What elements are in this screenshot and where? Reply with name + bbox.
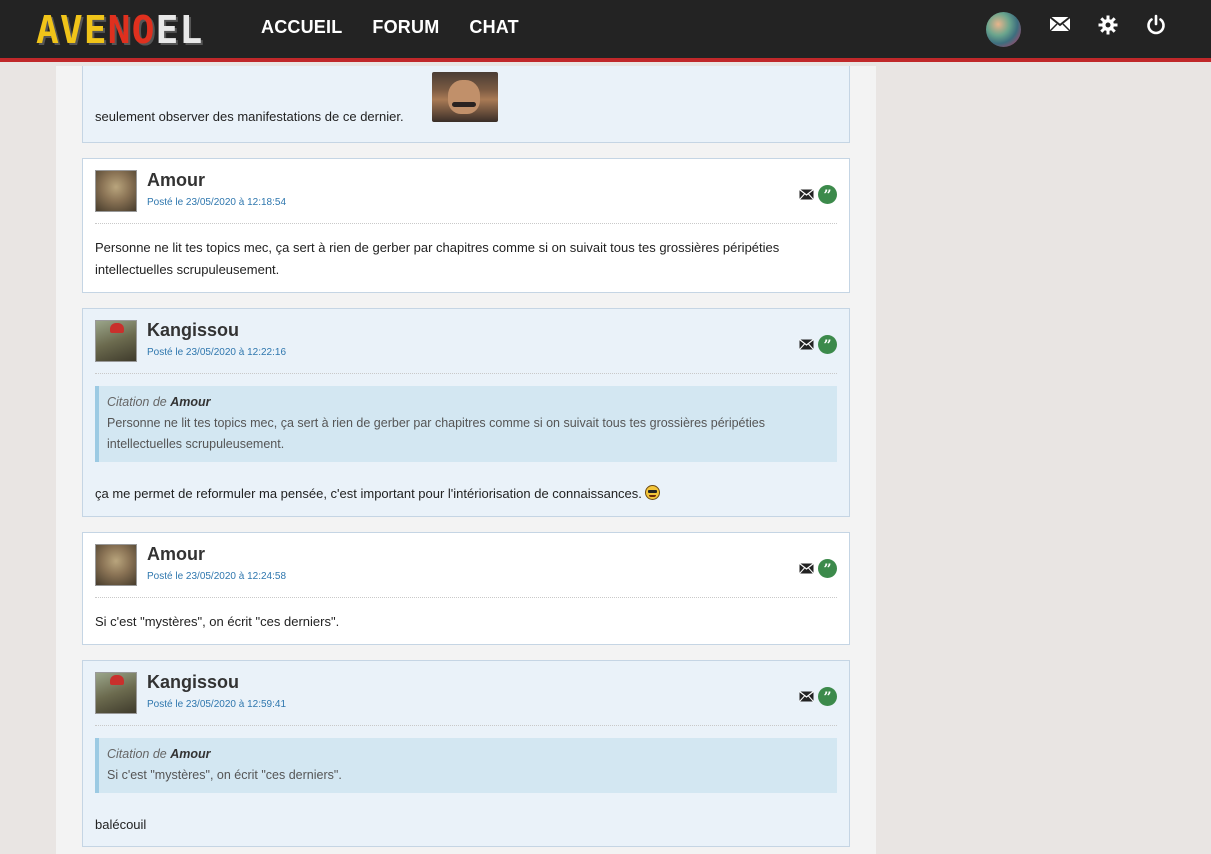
quote-block: Citation de Amour Si c'est "mystères", o… — [95, 738, 837, 793]
post-author[interactable]: Kangissou — [147, 672, 239, 693]
post-body: Si c'est "mystères", on écrit "ces derni… — [95, 614, 340, 629]
post-date[interactable]: Posté le 23/05/2020 à 12:59:41 — [147, 699, 286, 710]
post: Kangissou Posté le 23/05/2020 à 12:22:16… — [82, 308, 850, 517]
mail-icon[interactable] — [1048, 14, 1072, 38]
post-author[interactable]: Amour — [147, 544, 205, 565]
main-column: seulement observer des manifestations de… — [56, 66, 876, 854]
mail-icon[interactable] — [799, 339, 814, 350]
post-author[interactable]: Kangissou — [147, 320, 239, 341]
post-date[interactable]: Posté le 23/05/2020 à 12:24:58 — [147, 571, 286, 582]
quote-block: Citation de Amour Personne ne lit tes to… — [95, 386, 837, 462]
post-body: ça me permet de reformuler ma pensée, c'… — [95, 486, 642, 501]
post-author[interactable]: Amour — [147, 170, 205, 191]
user-avatar[interactable] — [986, 12, 1021, 47]
mail-icon[interactable] — [799, 189, 814, 200]
quote-button[interactable]: ” — [818, 335, 837, 354]
quote-text: Personne ne lit tes topics mec, ça sert … — [107, 416, 765, 451]
post-date[interactable]: Posté le 23/05/2020 à 12:18:54 — [147, 197, 286, 208]
post: Kangissou Posté le 23/05/2020 à 12:59:41… — [82, 660, 850, 847]
site-logo[interactable]: AVENOEL — [36, 8, 203, 50]
sunglasses-smiley-icon — [644, 485, 660, 500]
quote-label: Citation de Amour — [107, 747, 211, 761]
meme-image — [432, 72, 498, 122]
main-nav: ACCUEIL FORUM CHAT — [261, 17, 519, 38]
post-body: Personne ne lit tes topics mec, ça sert … — [95, 240, 780, 277]
mail-icon[interactable] — [799, 691, 814, 702]
mail-icon[interactable] — [799, 563, 814, 574]
top-navbar: AVENOEL ACCUEIL FORUM CHAT — [0, 0, 1211, 62]
post-date[interactable]: Posté le 23/05/2020 à 12:22:16 — [147, 347, 286, 358]
avatar[interactable] — [95, 672, 137, 714]
avatar[interactable] — [95, 170, 137, 212]
nav-forum[interactable]: FORUM — [372, 17, 439, 38]
gear-icon[interactable] — [1096, 14, 1120, 38]
quote-button[interactable]: ” — [818, 185, 837, 204]
post: Amour Posté le 23/05/2020 à 12:24:58 ” S… — [82, 532, 850, 645]
post-body: seulement observer des manifestations de… — [95, 109, 404, 124]
post: Amour Posté le 23/05/2020 à 12:18:54 ” P… — [82, 158, 850, 293]
quote-button[interactable]: ” — [818, 559, 837, 578]
quote-label: Citation de Amour — [107, 395, 211, 409]
power-icon[interactable] — [1144, 14, 1168, 38]
quote-button[interactable]: ” — [818, 687, 837, 706]
avatar[interactable] — [95, 544, 137, 586]
nav-accueil[interactable]: ACCUEIL — [261, 17, 342, 38]
post-body: balécouil — [95, 817, 147, 832]
quote-text: Si c'est "mystères", on écrit "ces derni… — [107, 768, 342, 782]
avatar[interactable] — [95, 320, 137, 362]
post-partial: seulement observer des manifestations de… — [82, 66, 850, 143]
nav-chat[interactable]: CHAT — [469, 17, 518, 38]
post-body-wrap: ça me permet de reformuler ma pensée, c'… — [83, 462, 849, 519]
